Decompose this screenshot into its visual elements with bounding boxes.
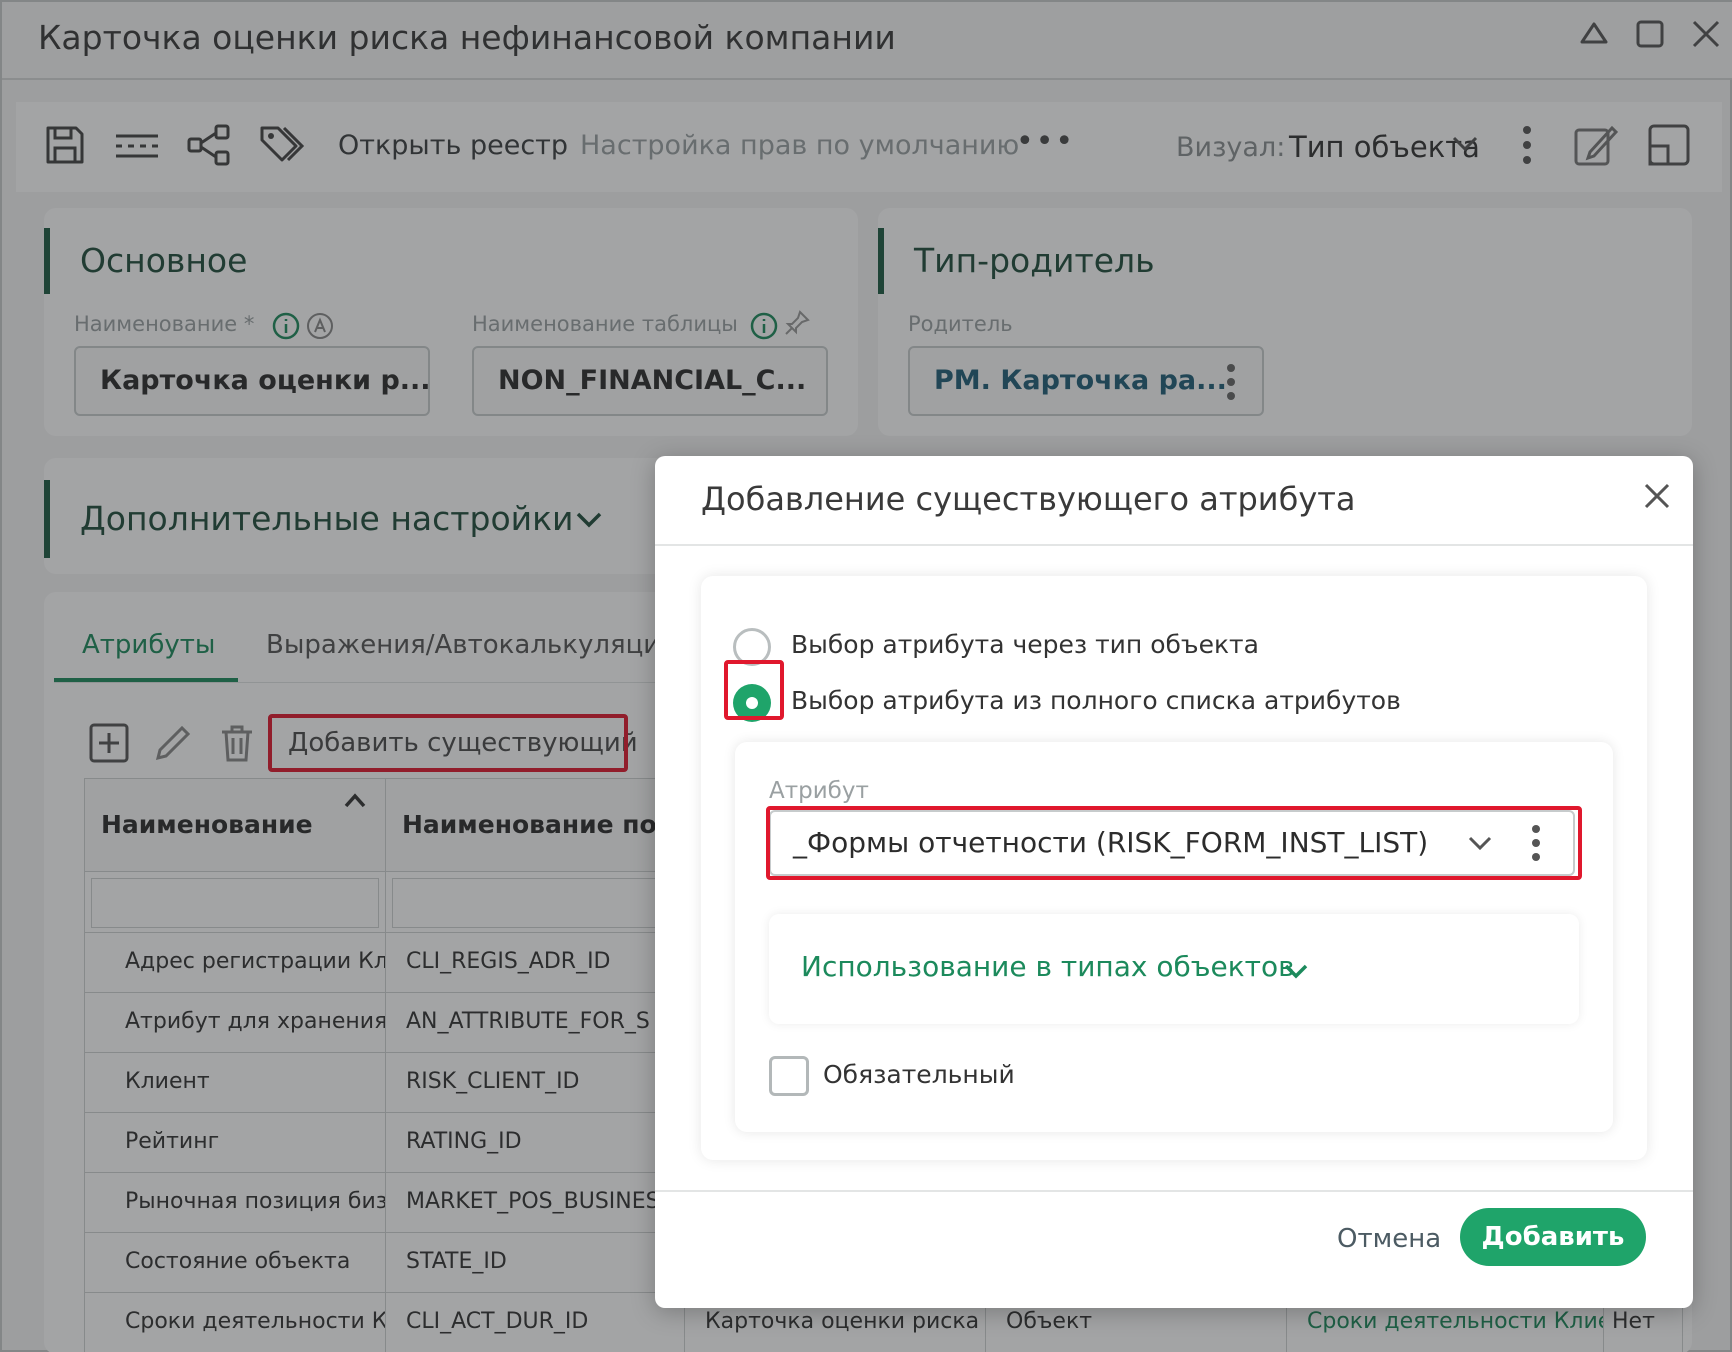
radio-full-list-label[interactable]: Выбор атрибута из полного списка атрибут… xyxy=(791,686,1401,715)
chevron-down-icon[interactable] xyxy=(1281,956,1311,986)
highlight-radio xyxy=(724,660,784,720)
dialog-title: Добавление существующего атрибута xyxy=(701,480,1356,518)
cancel-button[interactable]: Отмена xyxy=(1337,1224,1441,1254)
highlight-attribute-select xyxy=(766,806,1582,880)
usage-section: Использование в типах объектов xyxy=(769,914,1579,1024)
close-icon[interactable] xyxy=(1641,480,1673,512)
attribute-section: Атрибут _Формы отчетности (RISK_FORM_INS… xyxy=(735,742,1613,1132)
usage-toggle[interactable]: Использование в типах объектов xyxy=(801,950,1295,983)
dialog-header-divider xyxy=(655,544,1693,546)
add-button[interactable]: Добавить xyxy=(1460,1208,1646,1266)
required-checkbox[interactable] xyxy=(769,1056,809,1096)
add-attribute-dialog: Добавление существующего атрибута Выбор … xyxy=(655,456,1693,1308)
required-label[interactable]: Обязательный xyxy=(823,1060,1015,1089)
dialog-footer-divider xyxy=(655,1190,1693,1192)
radio-by-type-label[interactable]: Выбор атрибута через тип объекта xyxy=(791,630,1259,659)
attribute-label: Атрибут xyxy=(769,778,869,804)
